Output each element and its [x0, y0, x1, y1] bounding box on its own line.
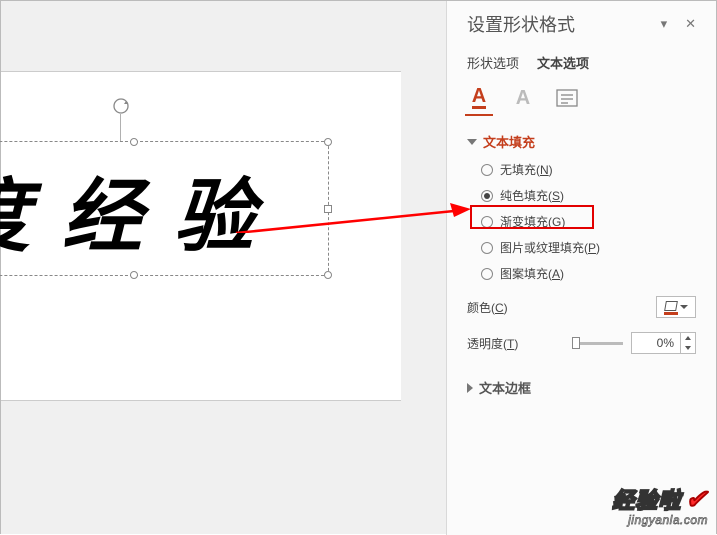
rotation-handle[interactable] [111, 96, 131, 116]
rotation-stem [120, 114, 121, 141]
transparency-value: 0% [632, 336, 680, 350]
resize-handle-bottom[interactable] [130, 271, 138, 279]
radio-icon [481, 164, 493, 176]
transparency-spinner[interactable]: 0% [631, 332, 696, 354]
panel-menu-icon[interactable]: ▾ [661, 16, 668, 32]
caret-down-icon [467, 139, 477, 145]
radio-icon [481, 190, 493, 202]
radio-icon [481, 268, 493, 280]
slider-handle[interactable] [572, 337, 580, 349]
icon-tabs: A A [467, 86, 696, 110]
chevron-down-icon [680, 305, 688, 309]
radio-solid-fill[interactable]: 纯色填充(S) [481, 187, 696, 204]
section-text-fill: 文本填充 无填充(N) 纯色填充(S) 渐变填充(G) 图片或纹理填充(P) 图… [467, 132, 696, 354]
color-button[interactable] [656, 296, 696, 318]
radio-picture-fill-label: 图片或纹理填充(P) [500, 239, 600, 256]
bucket-icon [664, 300, 678, 314]
panel-title: 设置形状格式 [467, 11, 575, 37]
transparency-field: 透明度(T) 0% [467, 332, 696, 354]
section-text-outline-header[interactable]: 文本边框 [467, 378, 696, 397]
caret-right-icon [467, 383, 473, 393]
canvas-area: 度 经 验 [1, 1, 448, 534]
textbox-selection[interactable]: 度 经 验 [0, 141, 329, 276]
text-effects-icon [556, 88, 578, 108]
radio-picture-fill[interactable]: 图片或纹理填充(P) [481, 239, 696, 256]
radio-no-fill-label: 无填充(N) [500, 161, 553, 178]
color-field: 颜色(C) [467, 296, 696, 318]
textbox-text[interactable]: 度 经 验 [0, 152, 260, 268]
fill-radio-list: 无填充(N) 纯色填充(S) 渐变填充(G) 图片或纹理填充(P) 图案填充(A… [467, 161, 696, 282]
transparency-label: 透明度(T) [467, 335, 518, 352]
icon-tab-text-fill[interactable]: A [467, 86, 491, 110]
option-tabs: 形状选项 文本选项 [467, 53, 696, 72]
transparency-slider[interactable] [575, 342, 623, 345]
panel-header: 设置形状格式 ▾ ✕ [467, 11, 696, 37]
text-fill-icon: A [472, 87, 486, 109]
section-text-outline: 文本边框 [467, 378, 696, 397]
color-label: 颜色(C) [467, 299, 508, 316]
section-text-fill-title: 文本填充 [483, 132, 535, 151]
spinner-down[interactable] [681, 343, 695, 353]
radio-pattern-fill-label: 图案填充(A) [500, 265, 564, 282]
tab-shape-options[interactable]: 形状选项 [467, 53, 519, 72]
radio-gradient-fill[interactable]: 渐变填充(G) [481, 213, 696, 230]
icon-tab-text-effects[interactable] [555, 86, 579, 110]
resize-handle-top[interactable] [130, 138, 138, 146]
section-text-outline-title: 文本边框 [479, 378, 531, 397]
tab-text-options[interactable]: 文本选项 [537, 53, 589, 72]
radio-icon [481, 216, 493, 228]
resize-handle-bottom-right[interactable] [324, 271, 332, 279]
resize-handle-top-right[interactable] [324, 138, 332, 146]
radio-solid-fill-label: 纯色填充(S) [500, 187, 564, 204]
radio-pattern-fill[interactable]: 图案填充(A) [481, 265, 696, 282]
format-shape-panel: 设置形状格式 ▾ ✕ 形状选项 文本选项 A A 文本填充 [446, 1, 716, 535]
icon-tab-text-outline[interactable]: A [511, 86, 535, 110]
radio-no-fill[interactable]: 无填充(N) [481, 161, 696, 178]
text-outline-icon: A [516, 89, 530, 107]
section-text-fill-header[interactable]: 文本填充 [467, 132, 696, 151]
radio-icon [481, 242, 493, 254]
resize-handle-right[interactable] [324, 205, 332, 213]
radio-gradient-fill-label: 渐变填充(G) [500, 213, 565, 230]
panel-close-icon[interactable]: ✕ [685, 16, 696, 32]
spinner-up[interactable] [681, 333, 695, 343]
